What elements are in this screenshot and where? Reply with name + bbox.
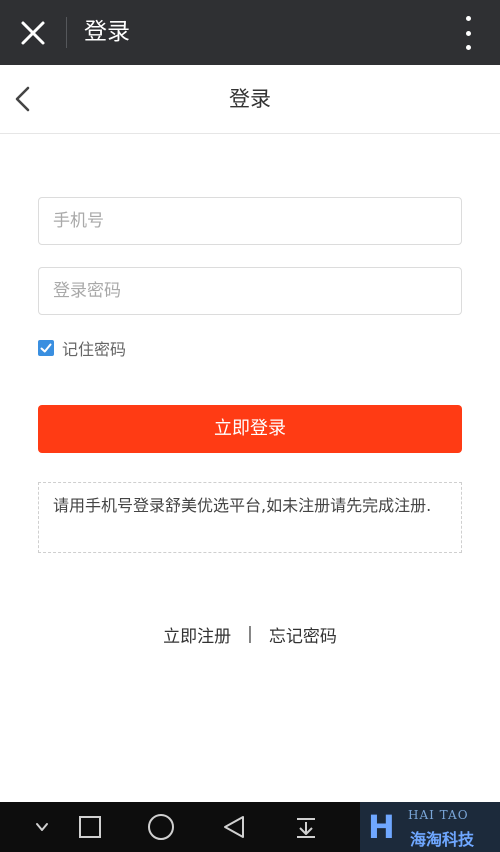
watermark-top-text: HAI TAO bbox=[408, 808, 469, 822]
download-arrow-icon[interactable] bbox=[288, 802, 324, 852]
login-notice: 请用手机号登录舒美优选平台,如未注册请先完成注册. bbox=[38, 482, 462, 553]
forgot-password-link[interactable]: 忘记密码 bbox=[269, 622, 337, 647]
circle-icon[interactable] bbox=[143, 802, 179, 852]
remember-password-label: 记住密码 bbox=[62, 340, 127, 359]
login-button[interactable]: 立即登录 bbox=[38, 405, 462, 453]
bottom-links: 立即注册 | 忘记密码 bbox=[0, 620, 500, 648]
watermark-logo: H HAI TAO 海淘科技 bbox=[360, 802, 500, 852]
chevron-down-icon[interactable] bbox=[26, 802, 58, 852]
browser-top-bar: 登录 bbox=[0, 0, 500, 65]
topbar-divider bbox=[66, 17, 67, 48]
square-icon[interactable] bbox=[74, 802, 106, 852]
remember-password[interactable]: 记住密码 bbox=[38, 337, 126, 359]
close-icon[interactable] bbox=[14, 14, 52, 52]
browser-title: 登录 bbox=[84, 19, 130, 45]
password-input[interactable] bbox=[39, 268, 461, 314]
page-header: 登录 bbox=[0, 65, 500, 134]
watermark-h-icon: H bbox=[368, 808, 395, 846]
checkbox-checked-icon[interactable] bbox=[38, 340, 54, 356]
page-title: 登录 bbox=[229, 87, 271, 111]
register-link[interactable]: 立即注册 bbox=[163, 622, 231, 647]
phone-field[interactable] bbox=[38, 197, 462, 245]
watermark-bottom-text: 海淘科技 bbox=[410, 830, 475, 849]
more-vertical-icon[interactable] bbox=[462, 16, 474, 50]
password-field[interactable] bbox=[38, 267, 462, 315]
triangle-back-icon[interactable] bbox=[216, 802, 252, 852]
phone-input[interactable] bbox=[39, 198, 461, 244]
link-separator: | bbox=[247, 624, 253, 644]
